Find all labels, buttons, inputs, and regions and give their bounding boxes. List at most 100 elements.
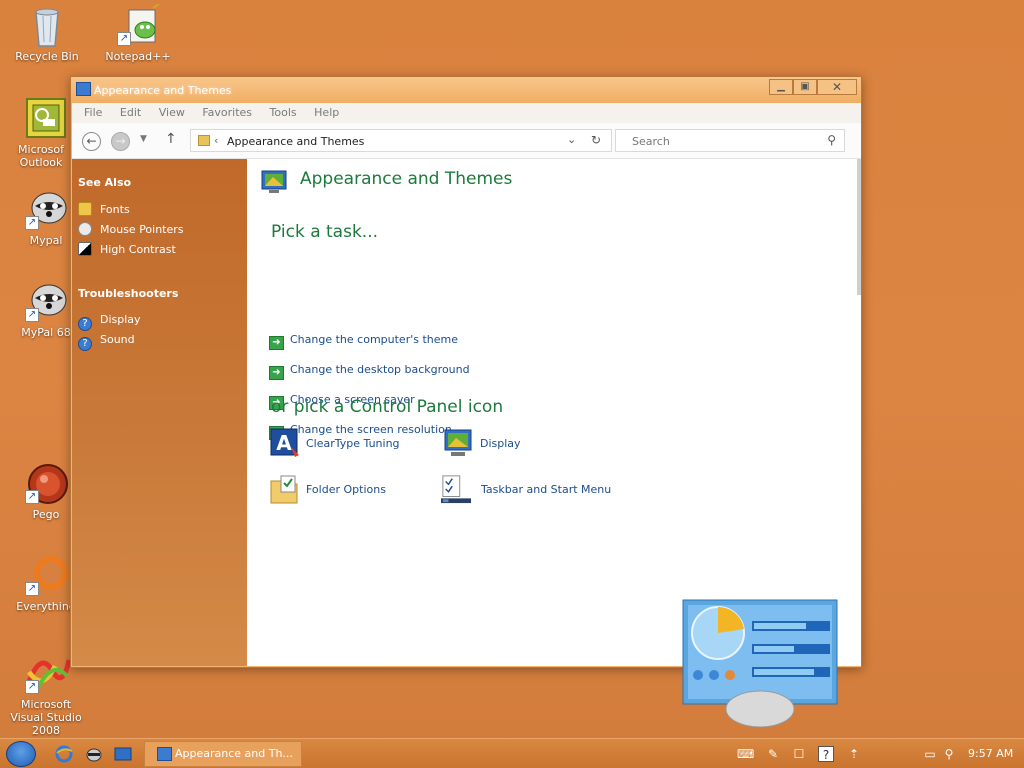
help-icon[interactable]: ? <box>818 746 834 762</box>
maximize-button[interactable]: ▣ <box>793 79 817 95</box>
appearance-themes-icon <box>261 170 287 193</box>
pego-icon: ↗ <box>25 462 68 504</box>
cp-icon-label: Display <box>480 437 521 450</box>
shortcut-arrow-icon: ↗ <box>25 582 39 596</box>
shortcut-arrow-icon: ↗ <box>117 32 131 46</box>
show-desktop-icon[interactable] <box>114 745 132 763</box>
chat-icon[interactable]: ☐ <box>791 746 807 762</box>
search-input[interactable]: Search <box>632 135 670 148</box>
svg-text:A: A <box>276 431 292 455</box>
desktop-icon-label: Notepad++ <box>105 50 171 63</box>
sidebar-item-display-troubleshooter[interactable]: ? Display <box>78 313 141 331</box>
sidebar-item-label: Sound <box>100 333 135 346</box>
menu-file[interactable]: File <box>84 103 102 123</box>
cp-icon-display[interactable]: Display <box>443 427 563 461</box>
recycle-bin-icon <box>26 4 68 47</box>
task-change-theme[interactable]: ➜ Change the computer's theme <box>269 333 458 350</box>
troubleshooters-heading: Troubleshooters <box>78 287 179 300</box>
sidebar-item-high-contrast[interactable]: High Contrast <box>78 242 176 258</box>
everything-search-icon: ↗ <box>25 554 68 596</box>
pick-icon-heading: or pick a Control Panel icon <box>271 397 504 417</box>
menu-help[interactable]: Help <box>314 103 339 123</box>
cp-icon-taskbar-start-menu[interactable]: Taskbar and Start Menu <box>441 473 631 507</box>
desktop-icon-label: Microsof Outlook <box>18 143 64 169</box>
arrow-right-icon: ➜ <box>269 366 284 380</box>
visual-studio-icon: ↗ <box>25 652 72 694</box>
control-panel-icon <box>76 82 91 96</box>
menu-tools[interactable]: Tools <box>270 103 297 123</box>
desktop-icon-label: Microsoft Visual Studio 2008 <box>10 698 82 737</box>
taskbar: Appearance and Th... ⌨ ✎ ☐ ? ⇡ ▭ ⚲ 9:57 … <box>0 738 1024 768</box>
sidebar-item-label: Display <box>100 313 141 326</box>
recent-locations-dropdown[interactable]: ▼ <box>140 134 147 144</box>
shortcut-arrow-icon: ↗ <box>25 216 39 230</box>
shortcut-arrow-icon: ↗ <box>25 308 39 322</box>
breadcrumb-current[interactable]: Appearance and Themes <box>227 135 364 148</box>
shortcut-arrow-icon: ↗ <box>25 680 39 694</box>
mypal-raccoon-icon: ↗ <box>25 188 67 230</box>
menu-favorites[interactable]: Favorites <box>202 103 252 123</box>
menu-edit[interactable]: Edit <box>120 103 141 123</box>
internet-explorer-icon[interactable] <box>55 745 73 763</box>
address-bar[interactable]: ‹ Appearance and Themes ⌄ ↻ <box>190 129 612 152</box>
start-button[interactable] <box>6 741 36 767</box>
search-icon[interactable]: ⚲ <box>827 133 836 147</box>
taskbar-task-label: Appearance and Th... <box>175 747 293 760</box>
search-box[interactable]: Search ⚲ <box>615 129 845 152</box>
sidebar-item-label: Mouse Pointers <box>100 223 184 236</box>
desktop-icon-notepad-plus-plus[interactable]: ↗ Notepad++ <box>98 3 178 63</box>
folder-options-icon <box>270 475 298 504</box>
keyboard-icon[interactable]: ⌨ <box>737 746 754 762</box>
see-also-heading: See Also <box>78 176 132 189</box>
cleartype-icon: A <box>270 428 299 457</box>
display-icon <box>444 429 472 456</box>
control-panel-illustration <box>682 599 838 727</box>
forward-button[interactable]: → <box>111 132 130 151</box>
sidebar-item-fonts[interactable]: Fonts <box>78 202 130 218</box>
notepad-plus-plus-icon: ↗ <box>117 3 160 46</box>
mypal-68-raccoon-icon: ↗ <box>25 280 67 322</box>
menu-view[interactable]: View <box>159 103 185 123</box>
cp-icon-cleartype[interactable]: A ClearType Tuning <box>269 427 419 461</box>
back-button[interactable]: ← <box>82 132 101 151</box>
content-pane: Appearance and Themes Pick a task... ➜ Ch… <box>247 159 861 727</box>
help-icon: ? <box>78 317 92 331</box>
network-icon[interactable]: ▭ <box>922 746 938 762</box>
window-titlebar[interactable]: Appearance and Themes ▁ ▣ ✕ <box>71 77 861 103</box>
mouse-icon <box>78 222 92 236</box>
scrollbar[interactable] <box>857 159 861 295</box>
system-clock[interactable]: 9:57 AM <box>968 747 1013 760</box>
page-title: Appearance and Themes <box>300 169 513 189</box>
refresh-icon[interactable]: ↻ <box>591 133 601 147</box>
task-change-background[interactable]: ➜ Change the desktop background <box>269 363 470 380</box>
up-button[interactable]: ↑ <box>165 131 177 147</box>
minimize-button[interactable]: ▁ <box>769 79 793 95</box>
taskbar-start-menu-icon <box>441 475 471 504</box>
task-label: Change the computer's theme <box>290 333 458 346</box>
desktop-icon-label: Recycle Bin <box>15 50 79 63</box>
high-contrast-icon <box>78 242 92 256</box>
raccoon-browser-icon[interactable] <box>85 745 103 763</box>
sidebar-item-mouse-pointers[interactable]: Mouse Pointers <box>78 222 184 238</box>
sidebar-item-sound-troubleshooter[interactable]: ? Sound <box>78 333 135 351</box>
menu-bar: File Edit View Favorites Tools Help <box>72 103 861 123</box>
window-title: Appearance and Themes <box>94 84 232 97</box>
help-icon: ? <box>78 337 92 351</box>
tools-icon[interactable]: ✎ <box>765 746 781 762</box>
pick-task-heading: Pick a task... <box>271 222 379 242</box>
cp-icon-folder-options[interactable]: Folder Options <box>269 473 419 507</box>
notification-icon[interactable]: ⇡ <box>846 746 862 762</box>
search-icon[interactable]: ⚲ <box>941 746 957 762</box>
cp-icon-label: Taskbar and Start Menu <box>481 483 612 496</box>
folder-icon <box>198 135 210 146</box>
sidebar-item-label: High Contrast <box>100 243 176 256</box>
control-panel-window: Appearance and Themes ▁ ▣ ✕ File Edit Vi… <box>70 76 862 727</box>
taskbar-task-appearance-themes[interactable]: Appearance and Th... <box>144 741 302 767</box>
sidebar: See Also Fonts Mouse Pointers High Contr… <box>72 159 247 666</box>
cp-icon-label: Folder Options <box>306 483 386 496</box>
desktop-icon-recycle-bin[interactable]: Recycle Bin <box>7 4 87 63</box>
close-button[interactable]: ✕ <box>817 79 857 95</box>
shortcut-arrow-icon: ↗ <box>25 490 39 504</box>
navigation-bar: ← → ▼ ↑ ‹ Appearance and Themes ⌄ ↻ Sear… <box>72 123 861 159</box>
chevron-down-icon[interactable]: ⌄ <box>567 133 576 146</box>
